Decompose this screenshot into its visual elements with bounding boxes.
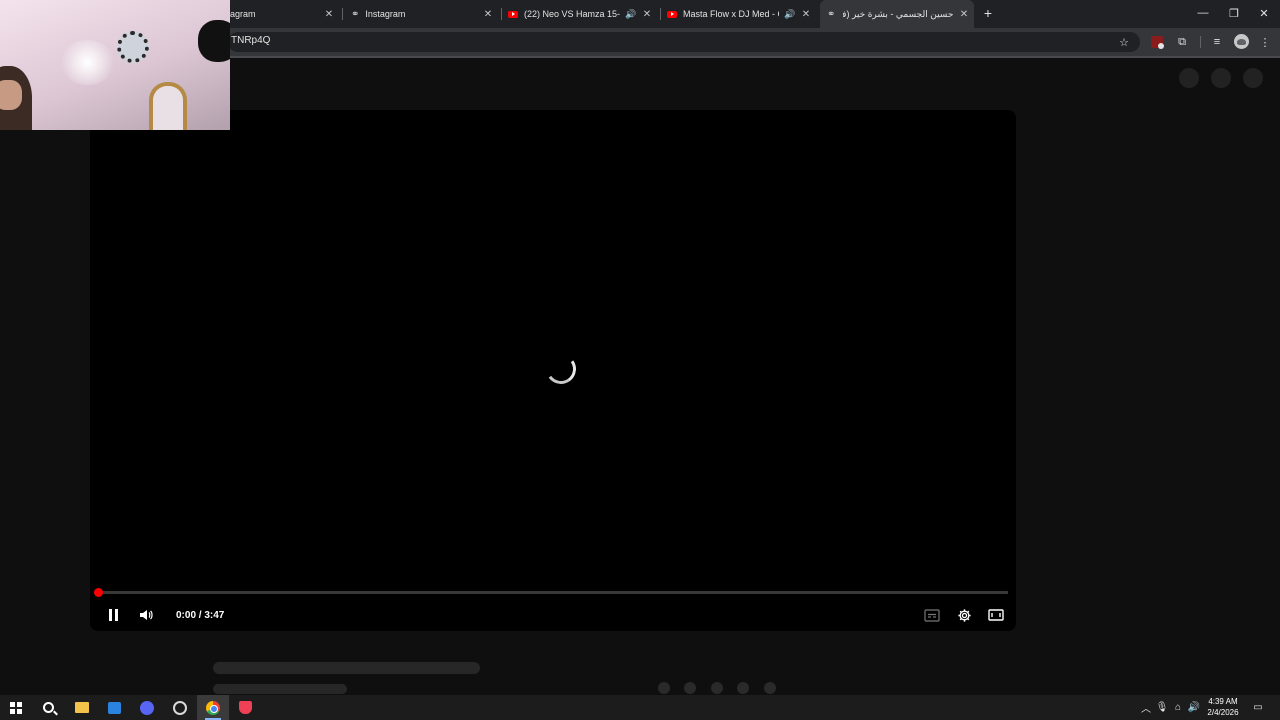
close-window-icon[interactable]: ✕ bbox=[1256, 5, 1272, 21]
taskbar-clock-app[interactable] bbox=[164, 695, 196, 720]
close-icon[interactable]: ✕ bbox=[957, 7, 971, 21]
tab-title: agram bbox=[230, 9, 256, 19]
page-content: 0:00 / 3:47 bbox=[0, 58, 1280, 695]
toolbar-divider bbox=[1200, 36, 1201, 48]
close-icon[interactable]: ✕ bbox=[481, 7, 495, 21]
webcam-background bbox=[0, 0, 230, 130]
windows-taskbar: ︿ 🎙 ⌂ 🔊 4:39 AM 2/4/2026 ▭ bbox=[0, 695, 1280, 720]
folder-icon bbox=[75, 702, 89, 713]
taskbar-file-explorer[interactable] bbox=[66, 695, 98, 720]
tab-title: Instagram bbox=[365, 9, 406, 19]
action-skeleton-dot bbox=[737, 682, 749, 694]
title-skeleton bbox=[213, 662, 480, 674]
time-display: 0:00 / 3:47 bbox=[176, 609, 225, 621]
bookmark-star-icon[interactable]: ☆ bbox=[1116, 34, 1132, 50]
taskbar-chrome[interactable] bbox=[197, 695, 229, 720]
taskbar-store[interactable] bbox=[98, 695, 130, 720]
youtube-icon bbox=[508, 10, 518, 18]
action-skeleton-dot bbox=[684, 682, 696, 694]
youtube-icon bbox=[667, 10, 677, 18]
webcam-light-glare bbox=[60, 40, 115, 85]
video-player[interactable]: 0:00 / 3:47 bbox=[90, 110, 1016, 631]
speaker-icon[interactable]: 🔊 bbox=[625, 9, 636, 20]
chevron-up-icon[interactable]: ︿ bbox=[1140, 700, 1152, 715]
close-icon[interactable]: ✕ bbox=[322, 7, 336, 21]
address-bar[interactable]: TNRp4Q bbox=[228, 32, 1140, 52]
header-button-placeholder[interactable] bbox=[1211, 68, 1231, 88]
speaker-icon[interactable]: 🔊 bbox=[784, 9, 795, 20]
clock-time: 4:39 AM bbox=[1208, 697, 1238, 706]
store-icon bbox=[107, 701, 121, 714]
tab-divider bbox=[660, 8, 661, 20]
volume-icon[interactable] bbox=[136, 604, 156, 626]
new-tab-button[interactable]: + bbox=[981, 5, 995, 21]
action-skeleton-dot bbox=[711, 682, 723, 694]
url-text: TNRp4Q bbox=[231, 35, 271, 46]
pause-icon[interactable] bbox=[102, 604, 124, 626]
tab-instagram-1[interactable]: agram ✕ bbox=[228, 0, 340, 28]
loading-spinner bbox=[543, 351, 579, 387]
screen: agram ✕ ⚭ Instagram ✕ (22) Neo VS Hamza … bbox=[0, 0, 1280, 720]
chrome-icon bbox=[206, 700, 220, 715]
microphone-icon[interactable]: 🎙 bbox=[1156, 700, 1169, 714]
subtitle-skeleton bbox=[213, 684, 347, 694]
extensions-puzzle-icon[interactable]: ⧉ bbox=[1174, 34, 1190, 50]
theater-mode-icon[interactable] bbox=[986, 604, 1006, 626]
webcam-dark-object bbox=[198, 20, 230, 62]
menu-kebab-icon[interactable]: ⋮ bbox=[1257, 34, 1273, 50]
action-skeleton-dot bbox=[764, 682, 776, 694]
taskbar-discord[interactable] bbox=[131, 695, 163, 720]
tab-neo-vs-hamza[interactable]: (22) Neo VS Hamza 15-3 [ 🔊 ✕ bbox=[504, 0, 659, 28]
start-button[interactable] bbox=[0, 695, 32, 720]
clock-app-icon bbox=[173, 700, 187, 715]
subtitles-icon[interactable] bbox=[922, 604, 942, 626]
profile-avatar[interactable] bbox=[1234, 34, 1249, 49]
tab-divider bbox=[342, 8, 343, 20]
taskbar-clock[interactable]: 4:39 AM 2/4/2026 bbox=[1200, 696, 1246, 718]
webcam-arched-frame bbox=[149, 82, 187, 130]
volume-tray-icon[interactable]: 🔊 bbox=[1187, 700, 1201, 714]
close-icon[interactable]: ✕ bbox=[799, 7, 813, 21]
header-button-placeholder[interactable] bbox=[1179, 68, 1199, 88]
close-icon[interactable]: ✕ bbox=[640, 7, 654, 21]
settings-gear-icon[interactable] bbox=[954, 604, 974, 626]
scrubber-handle[interactable] bbox=[94, 588, 103, 597]
discord-icon bbox=[140, 700, 154, 715]
tab-title: Masta Flow x DJ Med - Chi bbox=[683, 9, 779, 19]
link-icon: ⚭ bbox=[827, 8, 836, 20]
webcam-wall-mirror bbox=[117, 31, 149, 63]
tab-title: حسين الجسمي - بشرة خير (فيديو bbox=[843, 8, 954, 19]
restore-icon[interactable]: ❐ bbox=[1226, 5, 1242, 21]
clock-date: 2/4/2026 bbox=[1207, 708, 1239, 717]
search-button[interactable] bbox=[32, 695, 64, 720]
tab-instagram-2[interactable]: ⚭ Instagram ✕ bbox=[345, 0, 500, 28]
webcam-overlay bbox=[0, 0, 230, 130]
progress-bar[interactable] bbox=[98, 591, 1008, 594]
pocket-icon bbox=[238, 701, 252, 714]
media-control-icon[interactable]: ≡ bbox=[1209, 34, 1225, 50]
link-icon: ⚭ bbox=[351, 8, 360, 20]
extension-badge bbox=[1158, 43, 1164, 49]
tab-masta-flow[interactable]: Masta Flow x DJ Med - Chi 🔊 ✕ bbox=[663, 0, 818, 28]
windows-logo-icon bbox=[10, 701, 22, 714]
minimize-icon[interactable]: — bbox=[1195, 5, 1211, 21]
action-skeleton-dot bbox=[658, 682, 670, 694]
search-icon bbox=[42, 702, 54, 713]
tab-active-video[interactable]: ⚭ حسين الجسمي - بشرة خير (فيديو ✕ bbox=[820, 0, 974, 28]
tab-divider bbox=[501, 8, 502, 20]
network-icon[interactable]: ⌂ bbox=[1171, 700, 1185, 714]
notification-icon[interactable]: ▭ bbox=[1251, 700, 1265, 714]
taskbar-pocket[interactable] bbox=[229, 695, 261, 720]
tab-title: (22) Neo VS Hamza 15-3 [ bbox=[524, 9, 620, 19]
header-avatar-placeholder[interactable] bbox=[1243, 68, 1263, 88]
